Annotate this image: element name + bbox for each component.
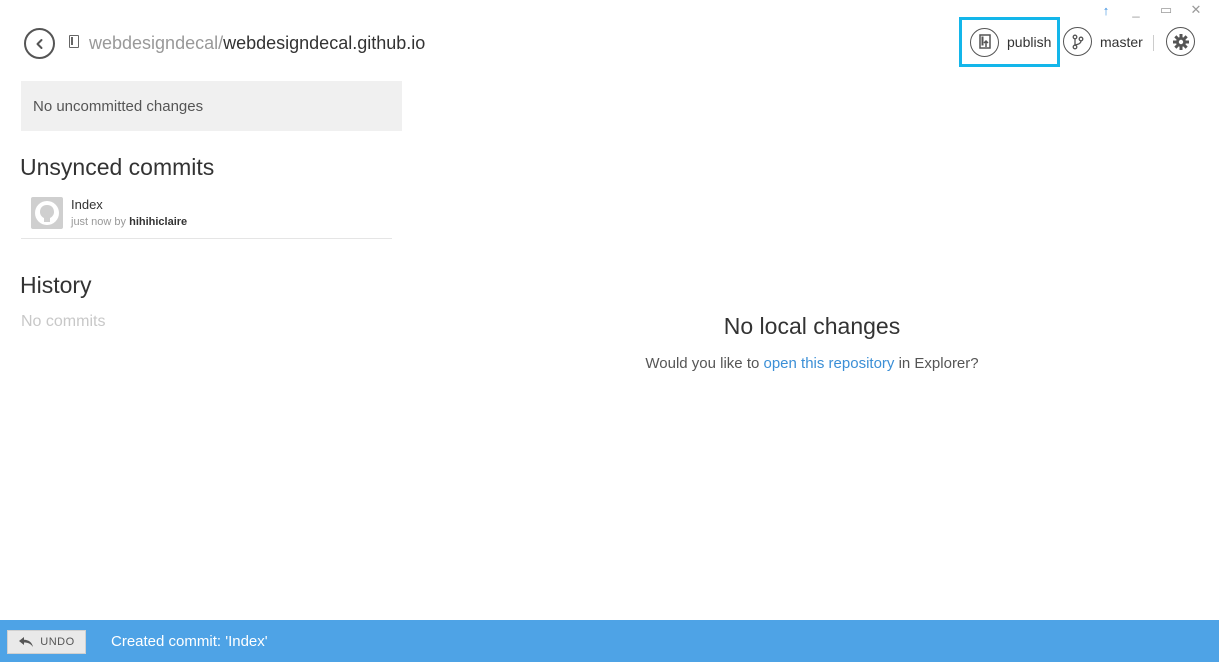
- repo-title: webdesigndecal/webdesigndecal.github.io: [89, 33, 425, 54]
- history-heading: History: [20, 272, 92, 298]
- repo-name[interactable]: webdesigndecal.github.io: [223, 33, 425, 53]
- publish-button[interactable]: publish: [959, 17, 1060, 67]
- repo-owner[interactable]: webdesigndecal/: [89, 33, 223, 53]
- commit-meta: just now by hihihiclaire: [71, 216, 187, 228]
- header-divider: [1153, 35, 1154, 51]
- repo-icon: [69, 35, 79, 48]
- publish-label: publish: [1007, 34, 1052, 50]
- commit-item[interactable]: Index just now by hihihiclaire: [21, 193, 392, 239]
- uncommitted-changes-panel[interactable]: No uncommitted changes: [21, 81, 402, 131]
- header: webdesigndecal/webdesigndecal.github.io …: [22, 17, 1197, 67]
- undo-label: UNDO: [40, 636, 75, 648]
- empty-state-subtitle: Would you like to open this repository i…: [562, 355, 1062, 372]
- gear-icon: [1172, 33, 1189, 50]
- sync-arrow-icon[interactable]: ↑: [1091, 2, 1121, 18]
- empty-state-title: No local changes: [723, 313, 901, 339]
- branch-selector[interactable]: master: [1063, 27, 1143, 56]
- unsynced-commits-heading: Unsynced commits: [20, 154, 215, 180]
- undo-arrow-icon: [19, 637, 34, 647]
- branch-label: master: [1100, 33, 1143, 50]
- notification-bar: UNDO Created commit: 'Index': [0, 620, 1219, 662]
- github-avatar-icon: [31, 197, 63, 229]
- maximize-button[interactable]: ▭: [1151, 2, 1181, 18]
- undo-button[interactable]: UNDO: [7, 630, 86, 654]
- empty-prefix: Would you like to: [645, 355, 764, 372]
- minimize-button[interactable]: _: [1121, 2, 1151, 18]
- close-button[interactable]: ✕: [1181, 2, 1211, 18]
- publish-icon: [970, 27, 999, 57]
- commit-author: hihihiclaire: [129, 216, 188, 228]
- commit-time: just now by: [71, 216, 130, 228]
- commit-title: Index: [71, 197, 103, 212]
- open-repository-link[interactable]: open this repository: [764, 355, 895, 372]
- uncommitted-text: No uncommitted changes: [33, 98, 204, 115]
- notification-message: Created commit: 'Index': [111, 633, 268, 650]
- back-icon: [36, 38, 42, 49]
- window-controls: ↑ _ ▭ ✕: [1091, 2, 1211, 18]
- empty-suffix: in Explorer?: [894, 355, 979, 372]
- branch-icon: [1063, 27, 1092, 56]
- back-button[interactable]: [24, 28, 55, 59]
- settings-button[interactable]: [1166, 27, 1195, 56]
- history-empty-text: No commits: [21, 313, 106, 330]
